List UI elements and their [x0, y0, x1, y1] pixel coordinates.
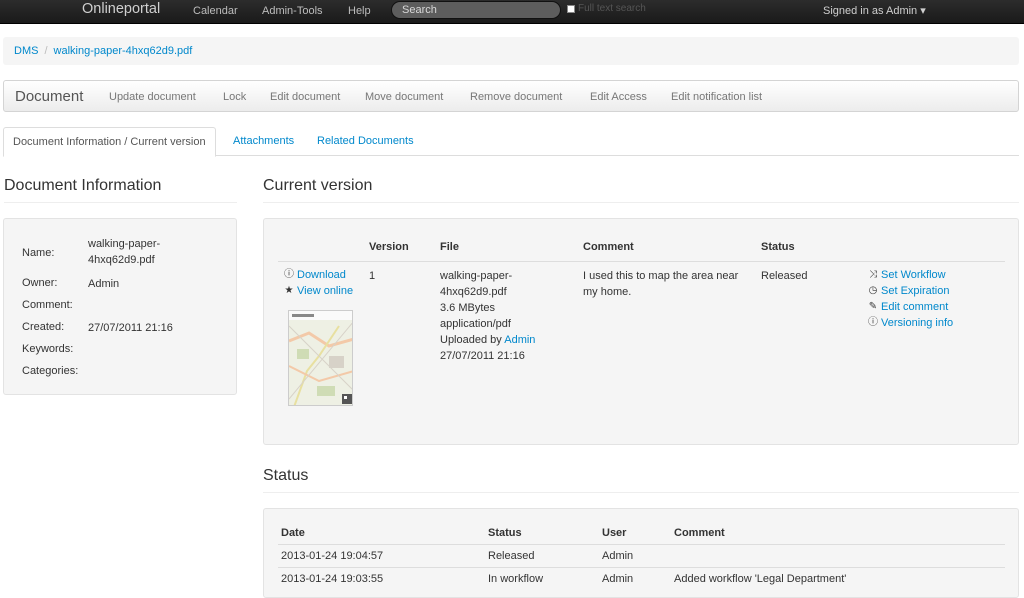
- fulltext-search-toggle[interactable]: Full text search: [567, 3, 646, 14]
- table-divider: [278, 261, 1005, 262]
- tab-document-information[interactable]: Document Information / Current version: [3, 127, 216, 157]
- name-value: walking-paper- 4hxq62d9.pdf: [88, 236, 160, 268]
- user-menu[interactable]: Signed in as Admin ▾: [823, 4, 926, 17]
- brand-logo[interactable]: Onlineportal: [82, 1, 160, 17]
- file-name-line-1: walking-paper-: [440, 270, 513, 282]
- edit-comment-label: Edit comment: [881, 301, 949, 313]
- file-header: File: [440, 241, 459, 253]
- name-line-1: walking-paper-: [88, 238, 161, 250]
- update-document-button[interactable]: Update document: [109, 91, 196, 103]
- tab-related-documents[interactable]: Related Documents: [308, 127, 423, 156]
- clock-icon: ◷: [868, 285, 878, 296]
- document-information-heading: Document Information: [4, 177, 162, 194]
- document-toolbar-title[interactable]: Document: [15, 88, 83, 105]
- tab-bar: Document Information / Current version A…: [3, 127, 1019, 157]
- lock-button[interactable]: Lock: [223, 91, 246, 103]
- search-input[interactable]: [391, 1, 561, 19]
- set-workflow-label: Set Workflow: [881, 269, 946, 281]
- download-link[interactable]: ⓘ Download: [284, 269, 346, 281]
- table-divider: [278, 567, 1005, 568]
- file-size: 3.6 MBytes: [440, 302, 496, 314]
- status-heading: Status: [263, 467, 309, 484]
- document-toolbar: Document Update document Lock Edit docum…: [3, 80, 1019, 112]
- uploader-link[interactable]: Admin: [504, 334, 535, 346]
- view-online-link[interactable]: ★ View online: [284, 285, 354, 297]
- table-row-status: In workflow: [488, 573, 544, 585]
- status-header: Status: [761, 241, 795, 253]
- download-label: Download: [297, 269, 346, 281]
- file-mimetype: application/pdf: [440, 318, 511, 330]
- version-comment: I used this to map the area near my home…: [583, 268, 738, 300]
- uploaded-by-label: Uploaded by: [440, 334, 502, 346]
- status-user-header: User: [602, 527, 627, 539]
- file-info: walking-paper- 4hxq62d9.pdf 3.6 MBytes a…: [440, 268, 535, 364]
- version-status: Released: [761, 270, 808, 282]
- map-preview-image: [289, 311, 352, 405]
- star-icon: ★: [284, 285, 294, 296]
- table-divider: [278, 544, 1005, 545]
- file-name-line-2: 4hxq62d9.pdf: [440, 286, 507, 298]
- fulltext-label: Full text search: [578, 3, 646, 14]
- categories-label: Categories:: [22, 365, 79, 377]
- version-number: 1: [369, 270, 376, 282]
- comment-header: Comment: [583, 241, 634, 253]
- breadcrumb-current[interactable]: walking-paper-4hxq62d9.pdf: [54, 45, 193, 57]
- uploaded-date: 27/07/2011 21:16: [440, 350, 525, 362]
- document-info-panel: Name: walking-paper- 4hxq62d9.pdf Owner:…: [3, 218, 237, 395]
- divider: [4, 202, 237, 203]
- nav-help[interactable]: Help: [348, 5, 371, 17]
- view-online-label: View online: [297, 285, 354, 297]
- nav-admin-tools[interactable]: Admin-Tools: [262, 5, 323, 17]
- divider: [263, 202, 1019, 203]
- keywords-label: Keywords:: [22, 343, 74, 355]
- remove-document-button[interactable]: Remove document: [470, 91, 562, 103]
- edit-comment-link[interactable]: ✎ Edit comment: [868, 301, 948, 313]
- versioning-info-link[interactable]: ⓘ Versioning info: [868, 317, 953, 329]
- edit-access-button[interactable]: Edit Access: [590, 91, 647, 103]
- set-expiration-link[interactable]: ◷ Set Expiration: [868, 285, 950, 297]
- edit-notification-list-button[interactable]: Edit notification list: [671, 91, 762, 103]
- breadcrumb-separator: /: [44, 45, 48, 57]
- table-row-user: Admin: [602, 550, 634, 562]
- set-expiration-label: Set Expiration: [881, 285, 950, 297]
- table-row-status: Released: [488, 550, 535, 562]
- nav-calendar[interactable]: Calendar: [193, 5, 238, 17]
- download-icon: ⓘ: [284, 269, 294, 280]
- document-thumbnail[interactable]: [288, 310, 353, 406]
- version-comment-line-1: I used this to map the area near: [583, 270, 739, 282]
- status-comment-header: Comment: [674, 527, 725, 539]
- status-date-header: Date: [281, 527, 305, 539]
- move-document-button[interactable]: Move document: [365, 91, 443, 103]
- tab-attachments[interactable]: Attachments: [224, 127, 303, 156]
- table-row-date: 2013-01-24 19:04:57: [281, 550, 384, 562]
- info-icon: ⓘ: [868, 317, 878, 328]
- uploaded-by: Uploaded by Admin: [440, 332, 535, 348]
- table-row-comment: Added workflow 'Legal Department': [674, 573, 847, 585]
- set-workflow-link[interactable]: ⤨ Set Workflow: [868, 269, 946, 281]
- owner-label: Owner:: [22, 277, 58, 289]
- created-label: Created:: [22, 321, 65, 333]
- created-value: 27/07/2011 21:16: [88, 322, 173, 334]
- name-label: Name:: [22, 247, 55, 259]
- versioning-info-label: Versioning info: [881, 317, 954, 329]
- status-status-header: Status: [488, 527, 522, 539]
- table-row-date: 2013-01-24 19:03:55: [281, 573, 384, 585]
- divider: [263, 492, 1019, 493]
- breadcrumb: DMS / walking-paper-4hxq62d9.pdf: [3, 37, 1019, 65]
- fulltext-checkbox[interactable]: [567, 4, 575, 13]
- edit-document-button[interactable]: Edit document: [270, 91, 340, 103]
- top-navbar: Onlineportal Calendar Admin-Tools Help F…: [0, 0, 1024, 24]
- version-header: Version: [369, 241, 409, 253]
- table-row-user: Admin: [602, 573, 634, 585]
- current-version-heading: Current version: [263, 177, 373, 194]
- version-comment-line-2: my home.: [583, 286, 632, 298]
- shuffle-icon: ⤨: [869, 269, 877, 280]
- name-line-2: 4hxq62d9.pdf: [88, 254, 155, 266]
- edit-icon: ✎: [868, 301, 878, 312]
- breadcrumb-dms[interactable]: DMS: [14, 45, 38, 57]
- owner-link[interactable]: Admin: [88, 276, 119, 292]
- comment-label: Comment:: [22, 299, 73, 311]
